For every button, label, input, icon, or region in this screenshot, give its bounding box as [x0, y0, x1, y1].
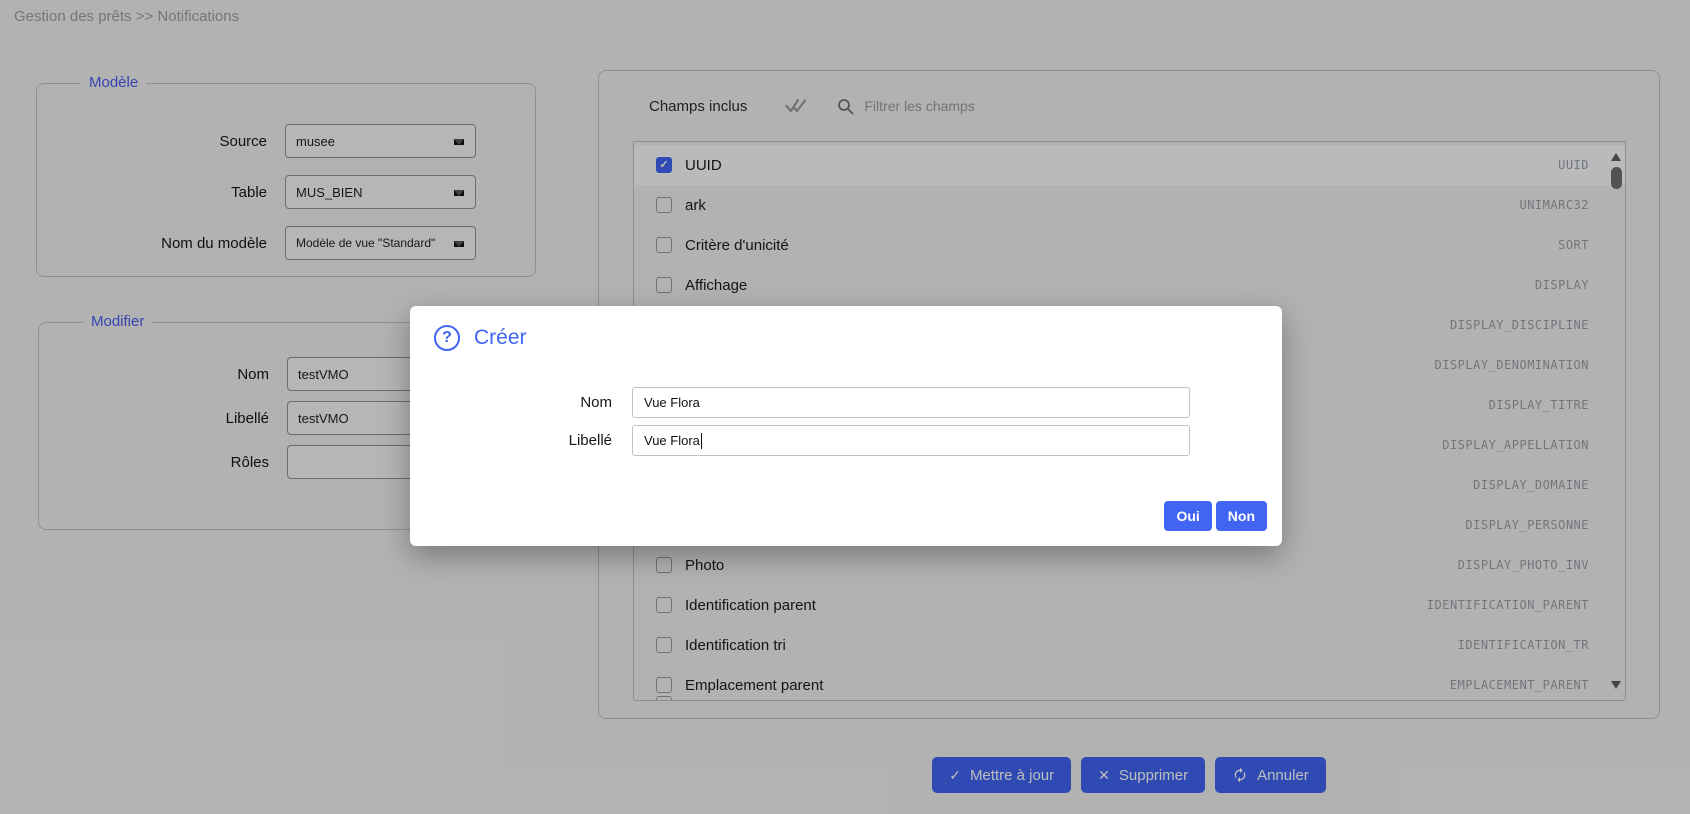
dialog-nom-row: Nom Vue Flora: [410, 387, 1282, 418]
dialog-nom-label: Nom: [410, 394, 612, 411]
dialog-libelle-input[interactable]: Vue Flora: [632, 425, 1190, 456]
text-caret: [701, 433, 702, 449]
dialog-nom-input[interactable]: Vue Flora: [632, 387, 1190, 418]
dialog-libelle-label: Libellé: [410, 432, 612, 449]
dialog-nom-value: Vue Flora: [644, 395, 700, 410]
question-mark-icon: ?: [434, 325, 460, 351]
dialog-libelle-value: Vue Flora: [644, 433, 700, 448]
no-button[interactable]: Non: [1216, 501, 1267, 531]
create-dialog-form: Nom Vue Flora Libellé Vue Flora: [410, 387, 1282, 463]
create-dialog-header: ? Créer: [434, 325, 527, 351]
dialog-buttons: Oui Non: [1164, 501, 1267, 531]
create-dialog: ? Créer Nom Vue Flora Libellé Vue Flora …: [410, 306, 1282, 546]
create-dialog-title: Créer: [474, 326, 527, 350]
yes-button[interactable]: Oui: [1164, 501, 1211, 531]
dialog-libelle-row: Libellé Vue Flora: [410, 425, 1282, 456]
